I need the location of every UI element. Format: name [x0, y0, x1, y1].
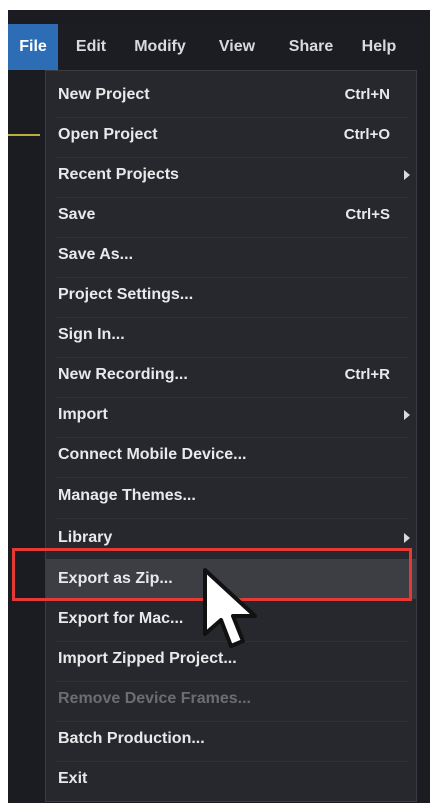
menu-item-label: Batch Production... — [58, 730, 205, 747]
menu-item-manage-themes[interactable]: Manage Themes... — [46, 476, 416, 516]
shortcut-label: Ctrl+O — [343, 126, 390, 143]
menu-item-label: Manage Themes... — [58, 487, 196, 504]
menu-item-label: Save — [58, 206, 96, 223]
app-window: File Edit Modify View Share Help New Pro… — [8, 10, 430, 803]
menu-item-recent-projects[interactable]: Recent Projects — [46, 155, 416, 195]
menu-item-exit[interactable]: Exit — [46, 759, 416, 799]
menu-item-label: Sign In... — [58, 326, 125, 343]
menu-item-label: Recent Projects — [58, 166, 179, 183]
mouse-pointer-icon — [203, 568, 257, 648]
menu-item-project-settings[interactable]: Project Settings... — [46, 275, 416, 315]
file-dropdown-menu: New Project Ctrl+N Open Project Ctrl+O R… — [45, 70, 417, 802]
menu-item-new-project[interactable]: New Project Ctrl+N — [46, 75, 416, 115]
menu-item-save-as[interactable]: Save As... — [46, 235, 416, 275]
shortcut-label: Ctrl+S — [345, 206, 390, 223]
menu-item-label: Save As... — [58, 246, 134, 263]
menu-view[interactable]: View — [208, 24, 266, 70]
menu-item-import[interactable]: Import — [46, 395, 416, 435]
menu-item-label: Exit — [58, 770, 88, 787]
timeline-accent-line — [8, 134, 40, 136]
menu-item-connect-mobile-device[interactable]: Connect Mobile Device... — [46, 435, 416, 475]
chevron-right-icon — [404, 410, 410, 420]
menu-share[interactable]: Share — [278, 24, 344, 70]
menu-bar: File Edit Modify View Share Help — [8, 24, 430, 70]
menu-item-remove-device-frames: Remove Device Frames... — [46, 679, 416, 719]
shortcut-label: Ctrl+R — [344, 366, 390, 383]
menu-item-label: New Recording... — [58, 366, 188, 383]
screenshot-canvas: File Edit Modify View Share Help New Pro… — [0, 0, 435, 803]
menu-item-save[interactable]: Save Ctrl+S — [46, 195, 416, 235]
menu-edit[interactable]: Edit — [66, 24, 116, 70]
menu-item-label: Import — [58, 406, 108, 423]
menu-item-open-project[interactable]: Open Project Ctrl+O — [46, 115, 416, 155]
menu-item-label: Connect Mobile Device... — [58, 446, 247, 463]
menu-item-label: New Project — [58, 86, 150, 103]
menu-item-label: Export for Mac... — [58, 610, 184, 627]
menu-file[interactable]: File — [8, 24, 58, 70]
chevron-right-icon — [404, 170, 410, 180]
menu-item-new-recording[interactable]: New Recording... Ctrl+R — [46, 355, 416, 395]
menu-item-label: Open Project — [58, 126, 158, 143]
chevron-right-icon — [404, 533, 410, 543]
menu-item-label: Remove Device Frames... — [58, 690, 251, 707]
menu-item-label: Project Settings... — [58, 286, 194, 303]
menu-item-batch-production[interactable]: Batch Production... — [46, 719, 416, 759]
menu-help[interactable]: Help — [350, 24, 408, 70]
shortcut-label: Ctrl+N — [344, 86, 390, 103]
menu-modify[interactable]: Modify — [124, 24, 196, 70]
menu-item-sign-in[interactable]: Sign In... — [46, 315, 416, 355]
